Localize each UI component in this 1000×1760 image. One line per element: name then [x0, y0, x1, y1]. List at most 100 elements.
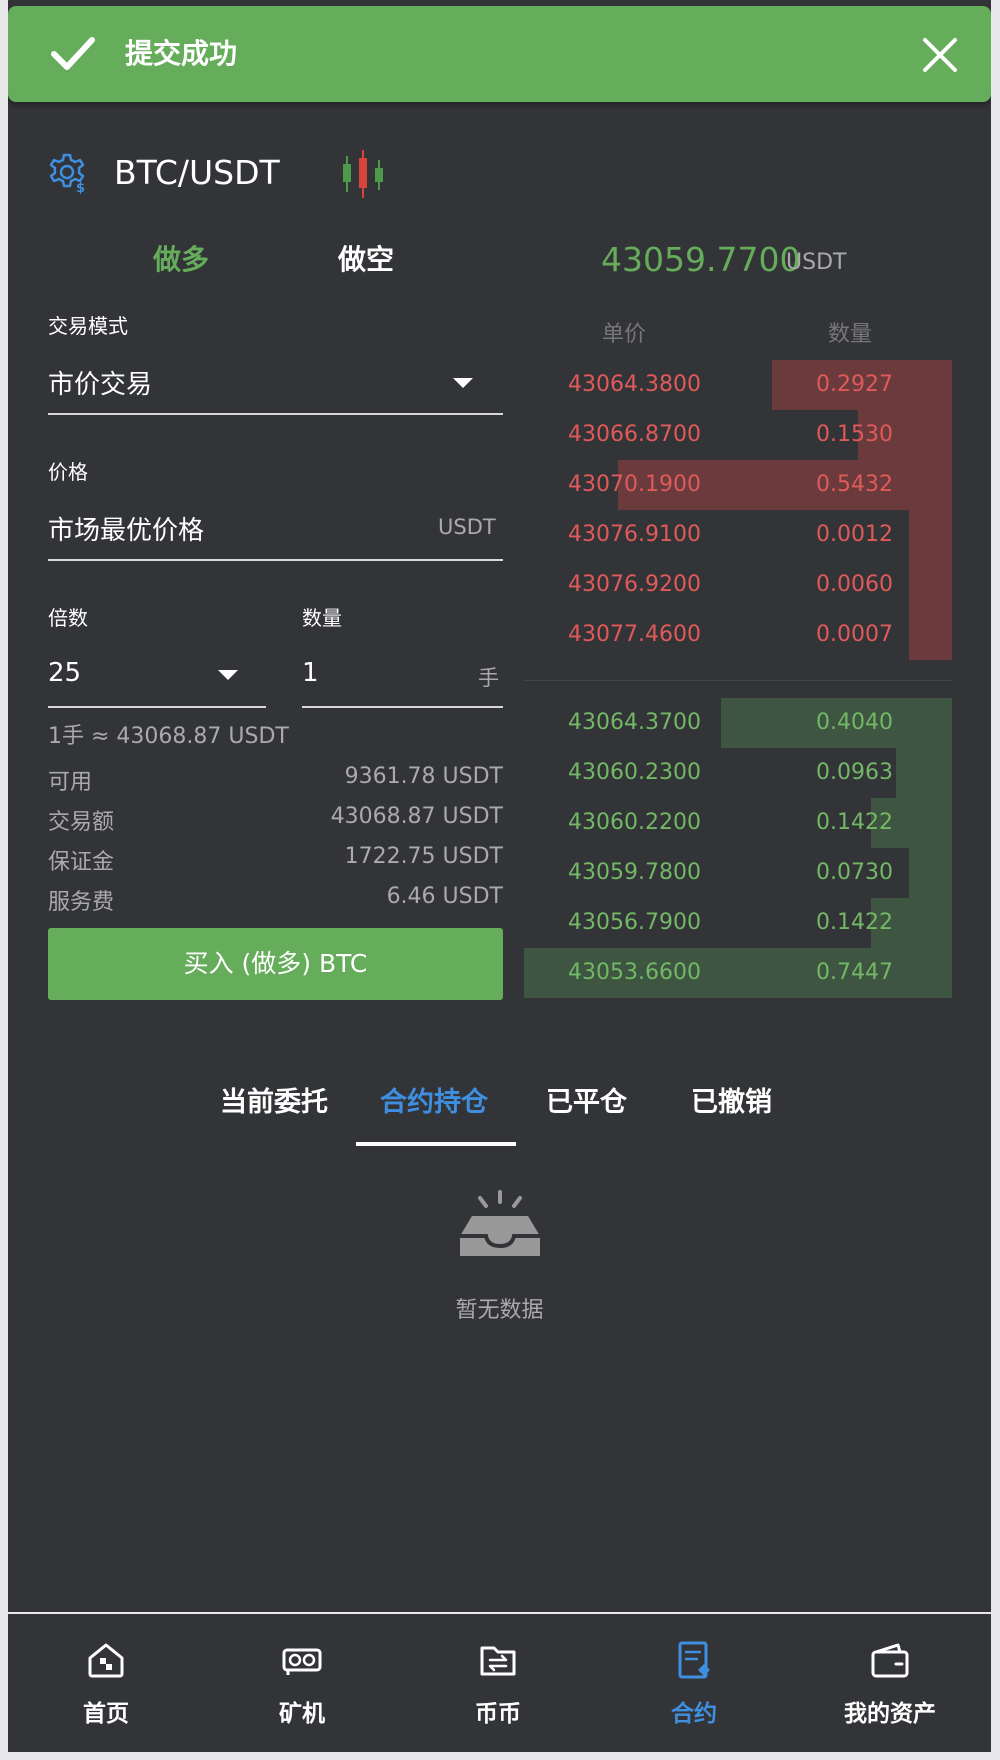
- bid-row[interactable]: 43060.2200 0.1422: [524, 798, 952, 848]
- per-lot-estimate: 1手 ≈ 43068.87 USDT: [48, 724, 289, 749]
- order-price: 43060.2300: [568, 760, 701, 785]
- bid-row[interactable]: 43060.2300 0.0963: [524, 748, 952, 798]
- trade-mode-value: 市价交易: [48, 370, 153, 400]
- order-qty: 0.0730: [816, 860, 893, 885]
- nav-contract[interactable]: 合约: [596, 1640, 792, 1728]
- order-price: 43053.6600: [568, 960, 701, 985]
- price-unit: USDT: [438, 515, 496, 539]
- leverage-label: 倍数: [48, 606, 88, 630]
- nav-divider: [8, 1612, 991, 1614]
- order-qty: 0.0963: [816, 760, 893, 785]
- order-qty: 0.7447: [816, 960, 893, 985]
- success-toast: 提交成功: [8, 6, 991, 102]
- orderbook-divider: [524, 680, 952, 681]
- tab-current-orders[interactable]: 当前委托: [220, 1080, 328, 1119]
- quantity-unit: 手: [478, 666, 499, 690]
- summary-key: 服务费: [48, 890, 115, 915]
- summary-key: 保证金: [48, 850, 115, 875]
- field-underline: [302, 706, 503, 708]
- order-price: 43070.1900: [568, 472, 701, 497]
- order-price: 43064.3700: [568, 710, 701, 735]
- nav-spot[interactable]: 币币: [400, 1640, 596, 1728]
- chevron-down-icon: [218, 670, 238, 680]
- nav-bottom-edge: [8, 1752, 991, 1760]
- svg-text:$: $: [76, 181, 85, 194]
- ask-row[interactable]: 43070.1900 0.5432: [524, 460, 952, 510]
- order-qty: 0.0012: [816, 522, 893, 547]
- ask-row[interactable]: 43076.9100 0.0012: [524, 510, 952, 560]
- wallet-icon: [871, 1643, 909, 1678]
- buy-long-button[interactable]: 买入 (做多) BTC: [48, 928, 503, 1000]
- depth-bar: [909, 510, 952, 560]
- tab-long[interactable]: 做多: [153, 238, 209, 278]
- mining-rig-icon: [282, 1648, 322, 1675]
- orderbook-qty-header: 数量: [828, 322, 873, 347]
- last-price-unit: USDT: [786, 250, 847, 275]
- ask-row[interactable]: 43064.3800 0.2927: [524, 360, 952, 410]
- order-price: 43076.9200: [568, 572, 701, 597]
- tab-short[interactable]: 做空: [338, 238, 394, 278]
- tab-cancelled[interactable]: 已撤销: [691, 1080, 772, 1119]
- ask-row[interactable]: 43077.4600 0.0007: [524, 610, 952, 660]
- order-qty: 0.5432: [816, 472, 893, 497]
- order-qty: 0.0007: [816, 622, 893, 647]
- depth-bar: [896, 748, 952, 798]
- bid-row[interactable]: 43053.6600 0.7447: [524, 948, 952, 998]
- order-qty: 0.1422: [816, 910, 893, 935]
- pair-title[interactable]: BTC/USDT: [114, 152, 280, 194]
- nav-label: 合约: [671, 1701, 717, 1727]
- order-price: 43056.7900: [568, 910, 701, 935]
- summary-key: 可用: [48, 770, 93, 795]
- contract-document-icon: [678, 1641, 710, 1679]
- order-price: 43076.9100: [568, 522, 701, 547]
- close-icon[interactable]: [921, 36, 959, 74]
- ask-row[interactable]: 43066.8700 0.1530: [524, 410, 952, 460]
- orderbook-price-header: 单价: [602, 322, 647, 347]
- nav-assets[interactable]: 我的资产: [792, 1640, 988, 1728]
- nav-label: 首页: [83, 1701, 129, 1727]
- price-value: 市场最优价格: [48, 516, 205, 546]
- ask-row[interactable]: 43076.9200 0.0060: [524, 560, 952, 610]
- nav-miner[interactable]: 矿机: [204, 1640, 400, 1728]
- nav-home[interactable]: 首页: [8, 1640, 204, 1728]
- depth-bar: [909, 848, 952, 898]
- bid-row[interactable]: 43059.7800 0.0730: [524, 848, 952, 898]
- bid-row[interactable]: 43056.7900 0.1422: [524, 898, 952, 948]
- active-tab-indicator: [356, 1142, 516, 1146]
- order-price: 43077.4600: [568, 622, 701, 647]
- field-underline: [48, 559, 503, 561]
- settings-gear-icon[interactable]: $: [46, 152, 88, 194]
- quantity-label: 数量: [302, 606, 342, 630]
- leverage-value: 25: [48, 658, 82, 688]
- tab-positions[interactable]: 合约持仓: [380, 1080, 488, 1119]
- order-price: 43066.8700: [568, 422, 701, 447]
- nav-label: 矿机: [279, 1701, 325, 1727]
- summary-value: 1722.75 USDT: [344, 844, 503, 869]
- depth-bar: [909, 560, 952, 610]
- quantity-value: 1: [302, 658, 319, 688]
- nav-label: 币币: [475, 1701, 521, 1727]
- order-qty: 0.4040: [816, 710, 893, 735]
- exchange-folder-icon: [480, 1646, 516, 1676]
- depth-bar: [909, 610, 952, 660]
- home-icon: [88, 1643, 124, 1678]
- order-price: 43064.3800: [568, 372, 701, 397]
- summary-key: 交易额: [48, 810, 115, 835]
- nav-label: 我的资产: [844, 1701, 936, 1727]
- price-label: 价格: [48, 460, 88, 484]
- candlestick-chart-icon[interactable]: [338, 150, 388, 198]
- order-qty: 0.1530: [816, 422, 893, 447]
- summary-value: 9361.78 USDT: [344, 764, 503, 789]
- empty-inbox-icon: [460, 1190, 540, 1256]
- order-qty: 0.1422: [816, 810, 893, 835]
- tab-closed[interactable]: 已平仓: [546, 1080, 627, 1119]
- bid-row[interactable]: 43064.3700 0.4040: [524, 698, 952, 748]
- field-underline: [48, 706, 266, 708]
- order-price: 43059.7800: [568, 860, 701, 885]
- empty-state-text: 暂无数据: [455, 1298, 544, 1323]
- app-screen: 提交成功 $ BTC/USDT 做多 做空 43059.7700 USDT 交易…: [8, 0, 991, 1760]
- toast-message: 提交成功: [125, 37, 238, 70]
- field-underline: [48, 413, 503, 415]
- order-price: 43060.2200: [568, 810, 701, 835]
- chevron-down-icon: [453, 378, 473, 388]
